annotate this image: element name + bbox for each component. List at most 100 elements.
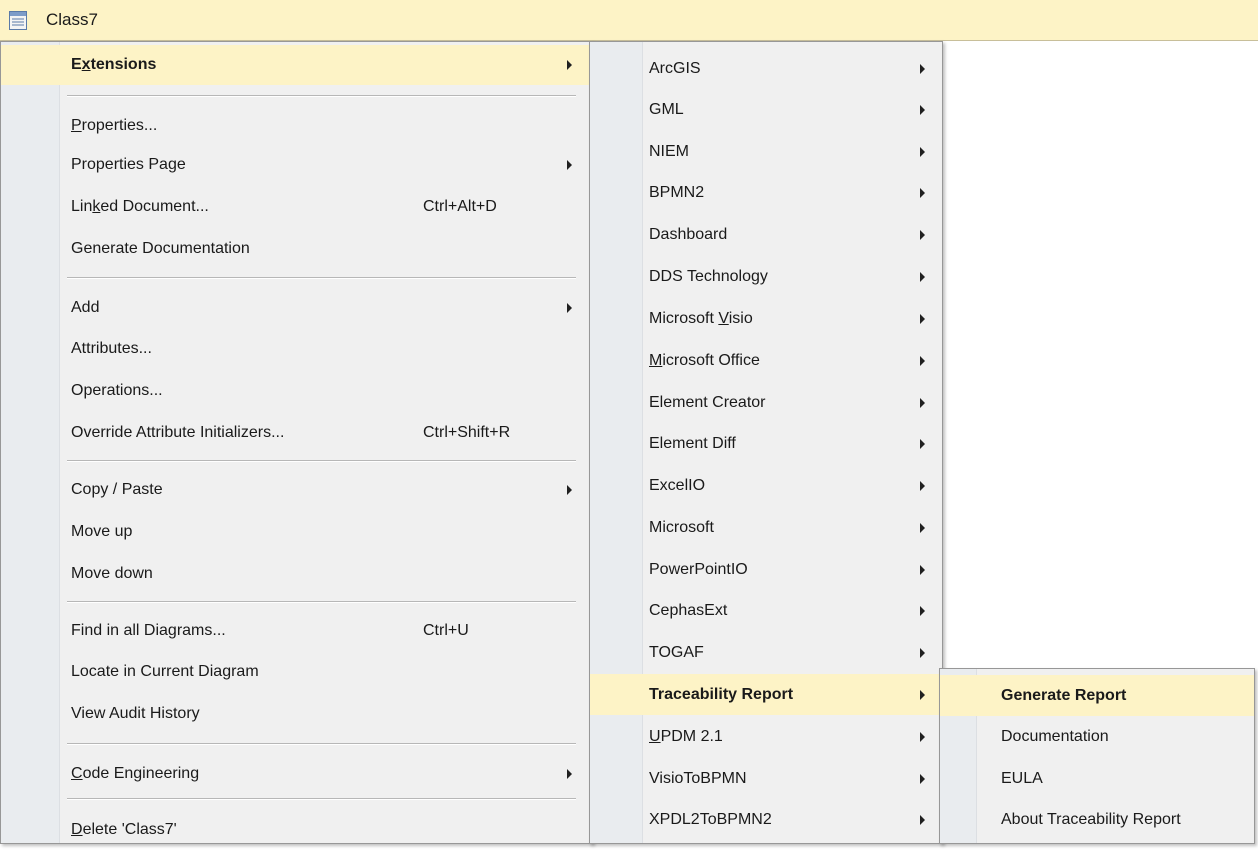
submenu-arrow-icon	[920, 229, 925, 240]
menu-item-element-creator[interactable]: Element Creator	[590, 382, 942, 423]
traceability-report-submenu: Generate Report Documentation EULA About Tr…	[939, 668, 1255, 844]
menu-item-label: Documentation	[1001, 727, 1109, 745]
submenu-arrow-icon	[920, 355, 925, 366]
context-menu: Extensions Properties... Properties Page Li…	[0, 41, 593, 844]
menu-item-arcgis[interactable]: ArcGIS	[590, 48, 942, 89]
menu-item-label: About Traceability Report	[1001, 810, 1181, 828]
submenu-arrow-icon	[920, 438, 925, 449]
menu-item-label: Microsoft	[649, 518, 714, 536]
menu-item-label: EULA	[1001, 769, 1043, 787]
menu-item-attributes[interactable]: Attributes...	[1, 329, 592, 369]
submenu-arrow-icon	[920, 271, 925, 282]
menu-item-label: TOGAF	[649, 643, 704, 661]
menu-item-find-in-all-diagrams[interactable]: Find in all Diagrams... Ctrl+U	[1, 611, 592, 651]
menu-item-togaf[interactable]: TOGAF	[590, 632, 942, 673]
menu-item-view-audit-history[interactable]: View Audit History	[1, 694, 592, 734]
extensions-submenu: ArcGIS GML NIEM BPMN2 Dashboard DDS Technolog…	[589, 41, 943, 844]
menu-item-code-engineering[interactable]: Code Engineering	[1, 754, 592, 794]
menu-item-move-down[interactable]: Move down	[1, 554, 592, 594]
menu-item-label: UPDM 2.1	[649, 727, 723, 745]
menu-item-powerpointio[interactable]: PowerPointIO	[590, 549, 942, 590]
class-element-icon	[9, 11, 27, 30]
submenu-arrow-icon	[920, 564, 925, 575]
menu-item-label: Properties Page	[71, 156, 186, 173]
menu-item-linked-document[interactable]: Linked Document... Ctrl+Alt+D	[1, 187, 592, 227]
menu-item-label: Microsoft Office	[649, 351, 760, 369]
menu-item-microsoft-office[interactable]: Microsoft Office	[590, 340, 942, 381]
menu-item-label: GML	[649, 100, 684, 118]
menu-item-add[interactable]: Add	[1, 288, 592, 328]
menu-item-extensions[interactable]: Extensions	[1, 45, 592, 85]
submenu-arrow-icon	[920, 731, 925, 742]
menu-item-xpdl2tobpmn2[interactable]: XPDL2ToBPMN2	[590, 799, 942, 840]
menu-item-label: PowerPointIO	[649, 560, 748, 578]
menu-item-label: Delete 'Class7'	[71, 821, 177, 838]
menu-item-label: Override Attribute Initializers...	[71, 424, 285, 441]
menu-item-label: ArcGIS	[649, 59, 701, 77]
submenu-arrow-icon	[920, 480, 925, 491]
menu-separator	[67, 95, 576, 96]
menu-item-updm-2-1[interactable]: UPDM 2.1	[590, 716, 942, 757]
menu-item-label: DDS Technology	[649, 267, 768, 285]
menu-item-properties-page[interactable]: Properties Page	[1, 145, 592, 185]
menu-item-label: Properties...	[71, 117, 158, 134]
menu-item-bpmn2[interactable]: BPMN2	[590, 172, 942, 213]
menu-item-label: VisioToBPMN	[649, 769, 747, 787]
submenu-arrow-icon	[920, 397, 925, 408]
menu-item-label: View Audit History	[71, 705, 200, 722]
menu-item-cephasext[interactable]: CephasExt	[590, 590, 942, 631]
menu-item-override-attribute-initializers[interactable]: Override Attribute Initializers... Ctrl+S…	[1, 413, 592, 453]
menu-item-generate-report[interactable]: Generate Report	[940, 675, 1254, 716]
menu-item-dashboard[interactable]: Dashboard	[590, 214, 942, 255]
menu-item-label: Element Creator	[649, 393, 766, 411]
menu-item-generate-documentation[interactable]: Generate Documentation	[1, 229, 592, 269]
menu-item-niem[interactable]: NIEM	[590, 131, 942, 172]
menu-item-element-diff[interactable]: Element Diff	[590, 423, 942, 464]
menu-item-label: Element Diff	[649, 434, 736, 452]
menu-item-traceability-report[interactable]: Traceability Report	[590, 674, 942, 715]
menu-separator	[67, 798, 576, 799]
menu-item-label: Attributes...	[71, 340, 152, 357]
submenu-arrow-icon	[920, 146, 925, 157]
menu-item-label: Extensions	[71, 56, 157, 73]
menu-item-dds-technology[interactable]: DDS Technology	[590, 256, 942, 297]
menu-item-label: ExcelIO	[649, 476, 706, 494]
submenu-arrow-icon	[920, 522, 925, 533]
menu-item-delete-class7[interactable]: Delete 'Class7'	[1, 810, 592, 850]
menu-item-gml[interactable]: GML	[590, 89, 942, 130]
title-text: Class7	[46, 10, 98, 29]
submenu-arrow-icon	[920, 605, 925, 616]
menu-item-label: Locate in Current Diagram	[71, 663, 259, 680]
menu-item-excelio[interactable]: ExcelIO	[590, 465, 942, 506]
menu-item-label: Dashboard	[649, 225, 728, 243]
menu-item-label: BPMN2	[649, 183, 705, 201]
menu-item-about-traceability-report[interactable]: About Traceability Report	[940, 799, 1254, 840]
menu-item-label: XPDL2ToBPMN2	[649, 810, 772, 828]
submenu-arrow-icon	[567, 303, 572, 313]
menu-item-copy-paste[interactable]: Copy / Paste	[1, 470, 592, 510]
menu-item-label: Operations...	[71, 382, 163, 399]
menu-item-label: Code Engineering	[71, 765, 200, 782]
menu-item-shortcut: Ctrl+Shift+R	[423, 424, 511, 441]
menu-item-locate-in-current-diagram[interactable]: Locate in Current Diagram	[1, 652, 592, 692]
submenu-arrow-icon	[920, 313, 925, 324]
menu-item-microsoft[interactable]: Microsoft	[590, 507, 942, 548]
menu-item-label: Generate Documentation	[71, 240, 250, 257]
menu-item-operations[interactable]: Operations...	[1, 371, 592, 411]
submenu-arrow-icon	[567, 485, 572, 495]
submenu-arrow-icon	[567, 60, 572, 70]
submenu-arrow-icon	[920, 63, 925, 74]
submenu-arrow-icon	[567, 160, 572, 170]
menu-item-eula[interactable]: EULA	[940, 758, 1254, 799]
menu-item-label: Find in all Diagrams...	[71, 622, 226, 639]
menu-item-microsoft-visio[interactable]: Microsoft Visio	[590, 298, 942, 339]
submenu-arrow-icon	[920, 773, 925, 784]
menu-item-documentation[interactable]: Documentation	[940, 716, 1254, 757]
menu-item-label: NIEM	[649, 142, 689, 160]
submenu-arrow-icon	[567, 769, 572, 779]
menu-item-move-up[interactable]: Move up	[1, 512, 592, 552]
menu-item-properties[interactable]: Properties...	[1, 106, 592, 146]
menu-item-label: Generate Report	[1001, 686, 1127, 704]
menu-item-label: Move down	[71, 565, 153, 582]
menu-item-visiotobpmn[interactable]: VisioToBPMN	[590, 758, 942, 799]
